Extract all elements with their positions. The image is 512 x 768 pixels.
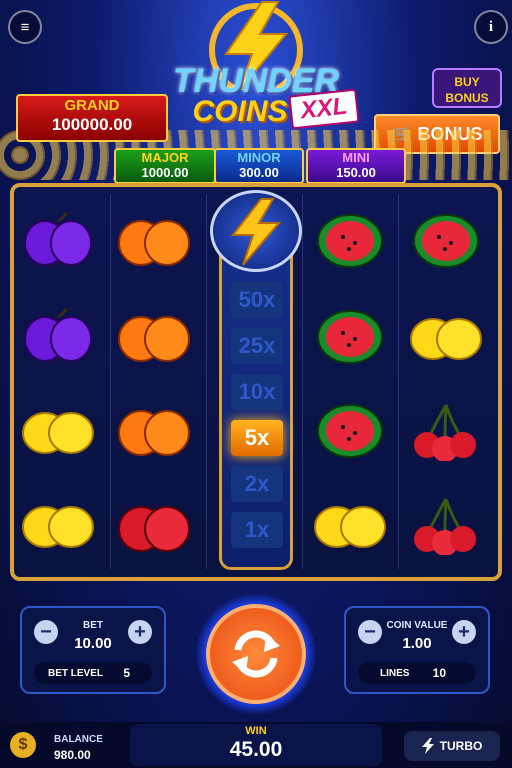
orange-symbol	[114, 206, 194, 276]
grand-jackpot: GRAND 100000.00	[16, 94, 168, 142]
spin-button[interactable]	[206, 604, 306, 704]
spin-arrows-icon	[232, 630, 280, 678]
buy-bonus-button[interactable]: BUY BONUS	[432, 68, 502, 108]
lemon-symbol	[18, 490, 98, 560]
coin-icon: $	[10, 732, 36, 758]
lemon-symbol	[310, 490, 390, 560]
coin-value: 1.00	[402, 635, 432, 652]
lightning-symbol-icon	[230, 198, 282, 266]
turbo-button[interactable]: TURBO	[404, 731, 500, 761]
bet-level-label: BET LEVEL	[48, 667, 104, 679]
win-value: 45.00	[229, 738, 283, 761]
bet-level-row[interactable]: BET LEVEL 5	[34, 662, 152, 684]
turbo-label: TURBO	[439, 739, 483, 753]
lines-row: LINES 10	[358, 662, 476, 684]
cherry-red-symbol	[114, 490, 194, 560]
bet-panel: − + BET 10.00 BET LEVEL 5	[20, 606, 166, 694]
xxl-badge: XXL	[288, 88, 360, 130]
mini-label: MINI	[342, 150, 370, 165]
bet-value: 10.00	[74, 635, 112, 652]
info-icon: i	[488, 18, 494, 35]
win-label: WIN	[245, 725, 267, 737]
bet-level-value: 5	[123, 666, 130, 680]
watermelon-symbol	[406, 206, 486, 276]
lemon-symbol	[406, 302, 486, 372]
mini-value: 150.00	[336, 165, 376, 180]
watermelon-symbol	[310, 206, 390, 276]
watermelon-symbol	[310, 302, 390, 372]
menu-icon: ≡	[20, 18, 30, 36]
cherries-symbol	[406, 396, 486, 466]
minor-label: MINOR	[237, 150, 281, 165]
minor-jackpot: MINOR 300.00	[214, 148, 304, 184]
turbo-bolt-icon	[421, 738, 434, 754]
orange-symbol	[114, 302, 194, 372]
major-label: MAJOR	[141, 150, 189, 165]
info-button[interactable]: i	[474, 10, 508, 44]
menu-button[interactable]: ≡	[8, 10, 42, 44]
coin-value-panel: − + COIN VALUE 1.00 LINES 10	[344, 606, 490, 694]
plum-symbol	[18, 302, 98, 372]
lemon-symbol	[18, 396, 98, 466]
buy-bonus-line2: BONUS	[445, 91, 489, 105]
multiplier-2x: 2x	[231, 466, 283, 502]
major-value: 1000.00	[141, 165, 189, 180]
multiplier-5x: 5x	[231, 420, 283, 456]
orange-symbol	[114, 396, 194, 466]
bet-title: BET	[83, 620, 103, 631]
minor-value: 300.00	[239, 165, 279, 180]
balance-value: 980.00	[54, 748, 91, 762]
mini-jackpot: MINI 150.00	[306, 148, 406, 184]
multiplier-1x: 1x	[231, 512, 283, 548]
multiplier-25x: 25x	[231, 328, 283, 364]
coin-value-title: COIN VALUE	[386, 620, 448, 631]
plum-symbol	[18, 206, 98, 276]
major-jackpot: MAJOR 1000.00	[114, 148, 216, 184]
buy-bonus-line1: BUY	[454, 75, 480, 89]
multiplier-50x: 50x	[231, 282, 283, 318]
lines-value: 10	[432, 666, 446, 680]
balance-label: BALANCE	[54, 734, 103, 745]
thunder-symbol	[210, 190, 302, 272]
watermelon-symbol	[310, 396, 390, 466]
grand-value: 100000.00	[51, 115, 133, 134]
cherries-symbol	[406, 490, 486, 560]
multiplier-10x: 10x	[231, 374, 283, 410]
game-title-line2: COINS	[192, 95, 288, 128]
lines-label: LINES	[380, 667, 410, 679]
grand-label: GRAND	[64, 97, 120, 114]
